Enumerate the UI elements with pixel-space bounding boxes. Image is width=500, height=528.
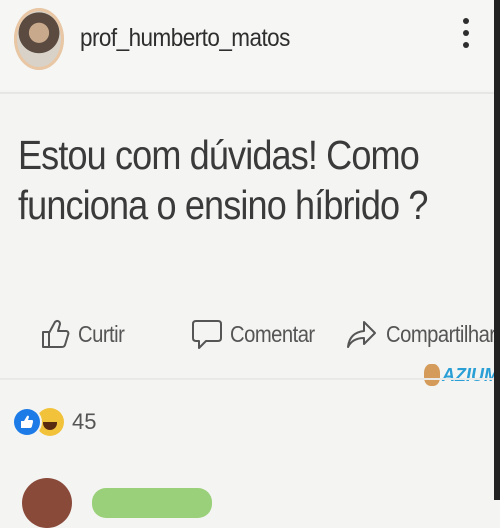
share-arrow-icon xyxy=(347,321,376,348)
watermark-text: AZIUME xyxy=(442,364,500,385)
like-button[interactable]: Curtir xyxy=(40,316,131,352)
post-line-1: Estou com dúvidas! Como xyxy=(18,132,420,178)
divider xyxy=(0,378,494,380)
comment-bubble xyxy=(92,488,212,518)
reactions-summary[interactable]: 45 xyxy=(14,402,96,442)
like-label: Curtir xyxy=(78,320,125,347)
username[interactable]: prof_humberto_matos xyxy=(80,24,290,53)
share-button[interactable]: Compartilhar xyxy=(346,316,500,352)
more-options-icon[interactable] xyxy=(460,18,472,58)
post-header: prof_humberto_matos xyxy=(0,0,494,90)
post-line-2: funciona o ensino híbrido ? xyxy=(18,182,428,228)
share-label: Compartilhar xyxy=(386,320,496,347)
divider xyxy=(0,92,494,94)
avatar[interactable] xyxy=(14,8,64,70)
comment-icon xyxy=(192,320,222,349)
comment-avatar[interactable] xyxy=(22,478,72,528)
thumbs-up-icon xyxy=(42,319,70,348)
comment-label: Comentar xyxy=(230,320,315,347)
haha-reaction-icon xyxy=(36,408,64,436)
like-reaction-icon xyxy=(14,409,40,435)
watermark: AZIUME xyxy=(424,362,500,388)
reaction-count: 45 xyxy=(72,409,97,434)
action-bar: Curtir Comentar Compartilhar xyxy=(0,300,496,370)
post-text: Estou com dúvidas! Como funciona o ensin… xyxy=(18,130,432,230)
screen-edge xyxy=(494,0,500,500)
watermark-mascot-icon xyxy=(424,364,440,386)
comment-button[interactable]: Comentar xyxy=(192,316,326,352)
